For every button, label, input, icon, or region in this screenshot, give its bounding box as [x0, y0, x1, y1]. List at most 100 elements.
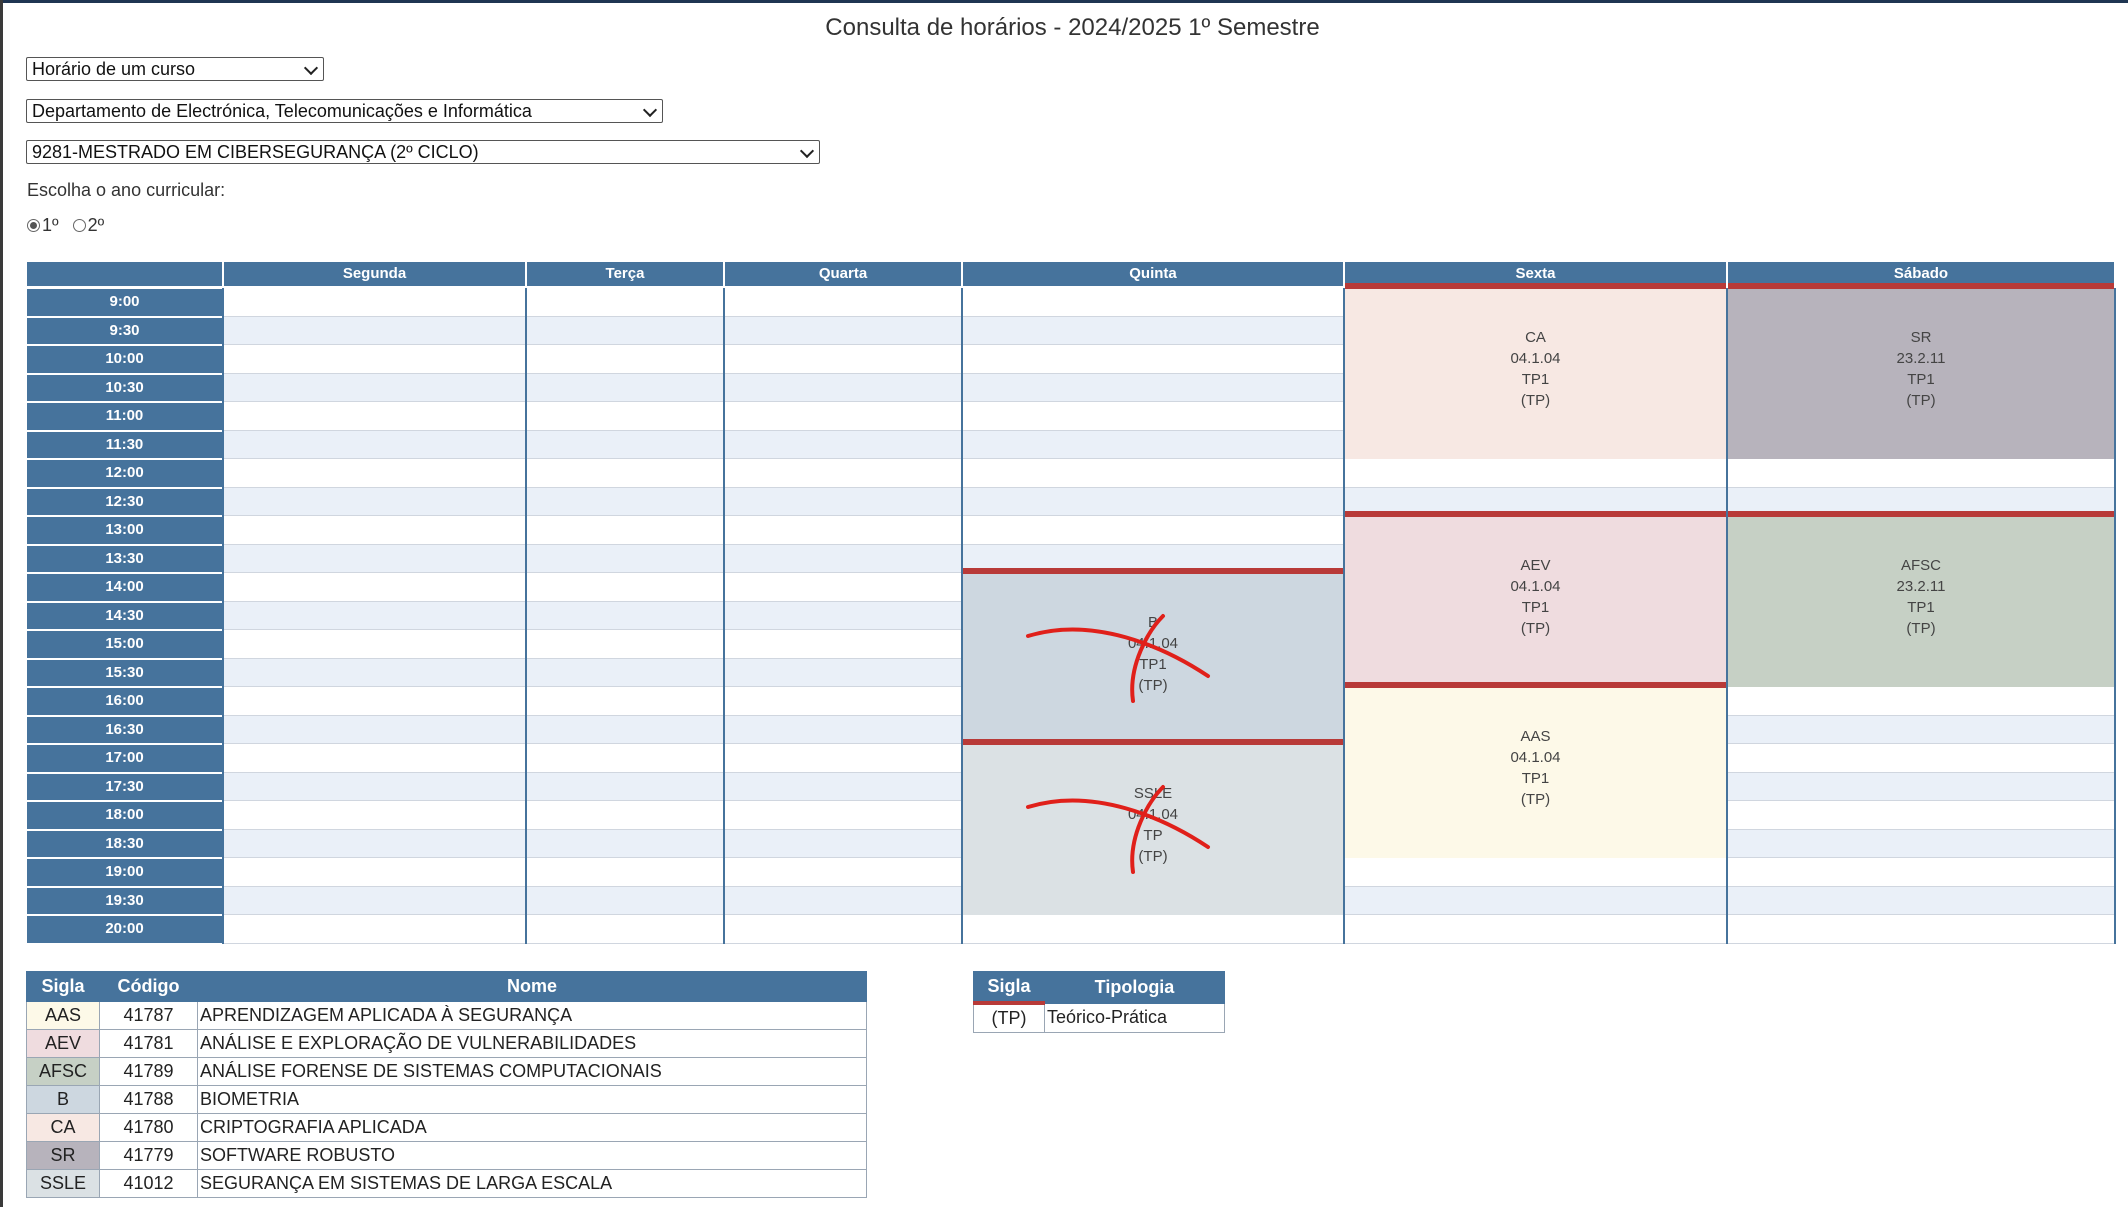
class-turno: TP1	[1907, 599, 1935, 616]
class-sala: 23.2.11	[1896, 350, 1946, 367]
class-block-b[interactable]: B 04.1.04 TP1 (TP)	[963, 568, 1343, 744]
class-sigla: AEV	[1520, 557, 1551, 574]
departamento-select[interactable]: Departamento de Electrónica, Telecomunic…	[26, 99, 663, 123]
legend-nome: BIOMETRIA	[197, 1085, 867, 1114]
class-block-text: AEV 04.1.04 TP1 (TP)	[1345, 555, 1726, 639]
legend-codigo: 41788	[99, 1085, 198, 1114]
legend-row: SR 41779 SOFTWARE ROBUSTO	[26, 1141, 867, 1170]
ano-radio-1[interactable]	[27, 219, 40, 232]
class-sigla: SSLE	[1133, 785, 1173, 802]
class-block-aev[interactable]: AEV 04.1.04 TP1 (TP)	[1345, 511, 1726, 687]
time-slot-label: 19:00	[27, 859, 222, 886]
day-header-terça: Terça	[527, 262, 723, 286]
class-sala: 04.1.04	[1127, 635, 1179, 652]
day-header-quinta: Quinta	[963, 262, 1343, 286]
time-slot-label: 17:30	[27, 773, 222, 800]
chevron-down-icon	[799, 143, 815, 159]
curso-select[interactable]: 9281-MESTRADO EM CIBERSEGURANÇA (2º CICL…	[26, 140, 820, 164]
time-slot-label: 12:30	[27, 488, 222, 515]
legend-header-nome: Nome	[197, 971, 867, 1002]
tipologia-row: (TP) Teórico-Prática	[973, 1001, 1225, 1033]
legend-header-sigla: Sigla	[26, 971, 100, 1002]
legend-row: B 41788 BIOMETRIA	[26, 1085, 867, 1114]
legend-row: AFSC 41789 ANÁLISE FORENSE DE SISTEMAS COM…	[26, 1057, 867, 1086]
class-tipo: (TP)	[1906, 620, 1936, 637]
ano-radio-group: 1º 2º	[27, 215, 104, 236]
class-turno: TP1	[1521, 770, 1550, 787]
legend-sigla: SSLE	[26, 1169, 100, 1198]
time-slot-label: 13:00	[27, 517, 222, 544]
class-tipo: (TP)	[1138, 848, 1168, 865]
tipologia-header-sigla: Sigla	[973, 971, 1045, 1004]
time-slot-label: 15:00	[27, 631, 222, 658]
legend-sigla: B	[26, 1085, 100, 1114]
time-slot-label: 20:00	[27, 916, 222, 943]
time-slot-label: 11:00	[27, 403, 222, 430]
ano-radio-2[interactable]	[72, 219, 86, 232]
legend-codigo: 41787	[99, 1001, 198, 1030]
legend-codigo: 41781	[99, 1029, 198, 1058]
legend-nome: APRENDIZAGEM APLICADA À SEGURANÇA	[197, 1001, 867, 1030]
class-tipo: (TP)	[1138, 677, 1168, 694]
class-block-text: SR 23.2.11 TP1 (TP)	[1728, 327, 2114, 411]
class-turno: TP1	[1907, 371, 1935, 388]
time-slot-label: 15:30	[27, 659, 222, 686]
legend-nome: ANÁLISE FORENSE DE SISTEMAS COMPUTACIONA…	[197, 1057, 867, 1086]
legend-header-codigo: Código	[99, 971, 198, 1002]
class-sigla: B	[1147, 614, 1158, 631]
ano-radio-1-label: 1º	[42, 215, 59, 235]
page-title: Consulta de horários - 2024/2025 1º Seme…	[825, 14, 1320, 41]
legend-codigo: 41780	[99, 1113, 198, 1142]
legend-codigo: 41012	[99, 1169, 198, 1198]
time-slot-label: 18:30	[27, 830, 222, 857]
schedule-row	[224, 915, 2114, 944]
time-slot-label: 10:30	[27, 374, 222, 401]
tipo-horario-select[interactable]: Horário de um curso	[26, 57, 324, 81]
time-slot-label: 18:00	[27, 802, 222, 829]
class-block-afsc[interactable]: AFSC 23.2.11 TP1 (TP)	[1728, 511, 2114, 687]
left-border	[0, 0, 3, 1207]
legend-row: CA 41780 CRIPTOGRAFIA APLICADA	[26, 1113, 867, 1142]
class-sigla: AFSC	[1900, 557, 1941, 574]
class-sala: 04.1.04	[1510, 578, 1561, 595]
class-block-text: SSLE 04.1.04 TP (TP)	[963, 783, 1343, 867]
time-slot-label: 10:00	[27, 346, 222, 373]
class-sala: 04.1.04	[1127, 806, 1179, 823]
legend-nome: SEGURANÇA EM SISTEMAS DE LARGA ESCALA	[197, 1169, 867, 1198]
class-block-ssle[interactable]: SSLE 04.1.04 TP (TP)	[963, 739, 1343, 915]
class-block-text: AAS 04.1.04 TP1 (TP)	[1345, 726, 1726, 810]
schedule-corner	[27, 262, 222, 286]
top-border	[0, 0, 2128, 3]
time-slot-label: 14:30	[27, 602, 222, 629]
legend-nome: CRIPTOGRAFIA APLICADA	[197, 1113, 867, 1142]
class-sala: 04.1.04	[1510, 350, 1561, 367]
legend-sigla: AFSC	[26, 1057, 100, 1086]
time-slot-label: 17:00	[27, 745, 222, 772]
class-turno: TP1	[1521, 371, 1550, 388]
legend-nome: ANÁLISE E EXPLORAÇÃO DE VULNERABILIDADES	[197, 1029, 867, 1058]
class-block-sr[interactable]: SR 23.2.11 TP1 (TP)	[1728, 283, 2114, 459]
day-column-divider	[2114, 288, 2116, 944]
schedule-grid: 9:00 9:30 10:00 10:30 11:00 11:30 12:00 12:30 13…	[27, 262, 2116, 944]
class-block-ca[interactable]: CA 04.1.04 TP1 (TP)	[1345, 283, 1726, 459]
legend-row: AAS 41787 APRENDIZAGEM APLICADA À SEGURANÇ…	[26, 1001, 867, 1030]
class-tipo: (TP)	[1906, 392, 1936, 409]
tipologia-table: Sigla Tipologia (TP) Teórico-Prática	[973, 971, 1225, 1033]
tipologia-header-nome: Tipologia	[1044, 971, 1225, 1004]
legend-codigo: 41779	[99, 1141, 198, 1170]
class-turno: TP	[1143, 827, 1163, 844]
class-sala: 04.1.04	[1510, 749, 1561, 766]
legend-sigla: SR	[26, 1141, 100, 1170]
ano-radio-2-label: 2º	[87, 215, 105, 235]
legend-codigo: 41789	[99, 1057, 198, 1086]
class-block-text: CA 04.1.04 TP1 (TP)	[1345, 327, 1726, 411]
ano-label: Escolha o ano curricular:	[27, 180, 226, 200]
tipologia-nome: Teórico-Prática	[1044, 1002, 1225, 1033]
legend-table: Sigla Código Nome AAS 41787 APRENDIZAGEM A…	[26, 971, 867, 1198]
class-sigla: SR	[1910, 329, 1932, 346]
tipo-horario-value: Horário de um curso	[32, 59, 196, 79]
legend-nome: SOFTWARE ROBUSTO	[197, 1141, 867, 1170]
class-block-aas[interactable]: AAS 04.1.04 TP1 (TP)	[1345, 682, 1726, 858]
day-column-divider	[723, 288, 725, 944]
time-slot-label: 9:00	[27, 289, 222, 316]
